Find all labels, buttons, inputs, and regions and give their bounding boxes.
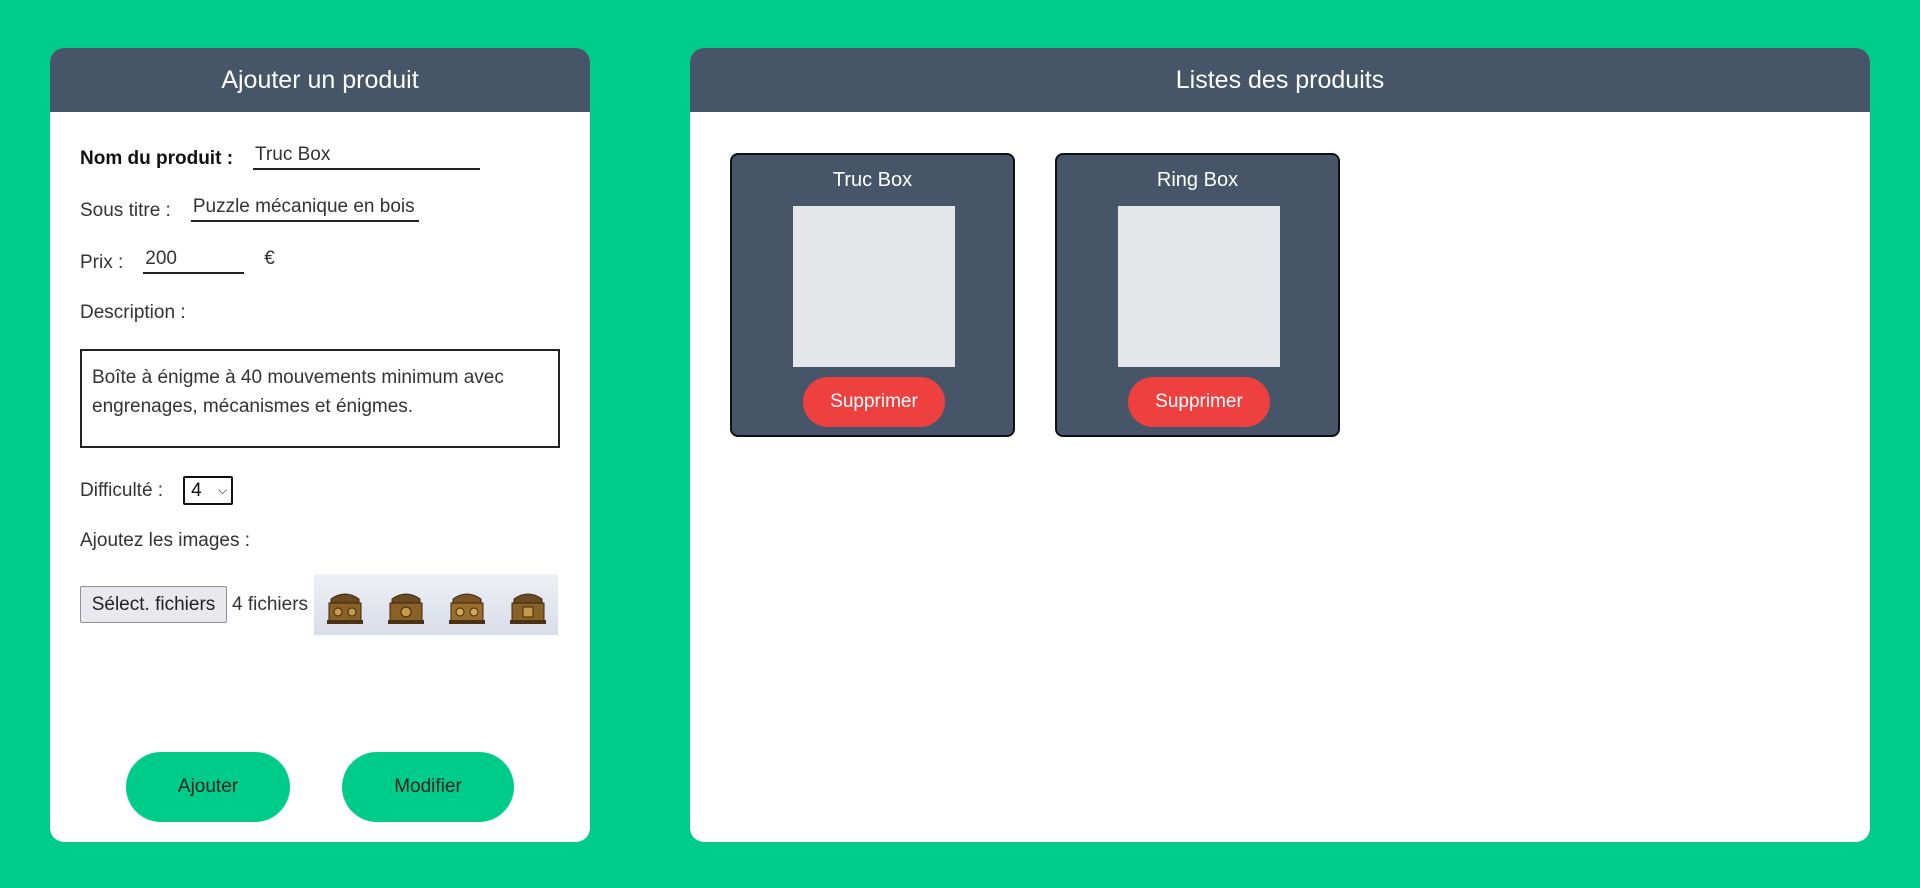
wooden-puzzle-box-icon [326,593,363,624]
product-grid: Truc Box Supprimer Ring Box Supprimer [690,112,1870,842]
image-thumbnail [375,574,437,635]
product-title: Truc Box [832,169,913,191]
product-title: Ring Box [1156,169,1239,191]
price-row: Prix : € [80,248,275,274]
difficulty-row: Difficulté : 4 ⌵ [80,476,234,505]
subtitle-row: Sous titre : [80,196,419,222]
price-label: Prix : [80,252,124,273]
description-textarea[interactable]: Boîte à énigme à 40 mouvements minimum a… [80,349,560,448]
images-label: Ajoutez les images : [80,530,251,551]
wooden-puzzle-box-icon [509,593,546,624]
file-row: Sélect. fichiers 4 fichiers [80,574,559,635]
product-card: Truc Box Supprimer [730,153,1015,437]
subtitle-input[interactable] [190,196,419,222]
file-count: 4 fichiers [232,593,309,615]
difficulty-select[interactable]: 4 ⌵ [183,476,234,505]
difficulty-value: 4 [191,479,202,501]
product-card: Ring Box Supprimer [1055,153,1340,437]
product-image-placeholder [1118,206,1280,367]
description-label: Description : [80,302,186,323]
product-list-panel: Listes des produits Truc Box Supprimer R… [690,48,1870,842]
delete-button[interactable]: Supprimer [1128,377,1270,427]
add-product-panel: Ajouter un produit Nom du produit : Sous… [50,48,590,842]
add-button[interactable]: Ajouter [126,752,290,822]
name-label: Nom du produit : [80,148,234,169]
difficulty-label: Difficulté : [80,479,164,501]
delete-button[interactable]: Supprimer [803,377,945,427]
image-thumbnail [497,574,559,635]
wooden-puzzle-box-icon [448,593,485,624]
subtitle-label: Sous titre : [80,200,171,221]
image-thumbnail [436,574,498,635]
product-image-placeholder [793,206,955,367]
name-input[interactable] [253,144,481,170]
wooden-puzzle-box-icon [387,593,424,624]
price-input[interactable] [143,248,245,274]
product-list-header: Listes des produits [690,48,1870,112]
description-row: Description : [80,302,186,324]
currency-symbol: € [264,248,275,269]
images-row: Ajoutez les images : [80,530,250,552]
select-files-button[interactable]: Sélect. fichiers [80,586,227,623]
image-thumbnail [314,574,376,635]
add-product-form: Nom du produit : Sous titre : Prix : € D… [50,112,590,842]
modify-button[interactable]: Modifier [342,752,514,822]
add-product-header: Ajouter un produit [50,48,590,112]
image-thumbnails [314,574,559,635]
name-row: Nom du produit : [80,144,481,170]
chevron-down-icon: ⌵ [217,483,228,497]
